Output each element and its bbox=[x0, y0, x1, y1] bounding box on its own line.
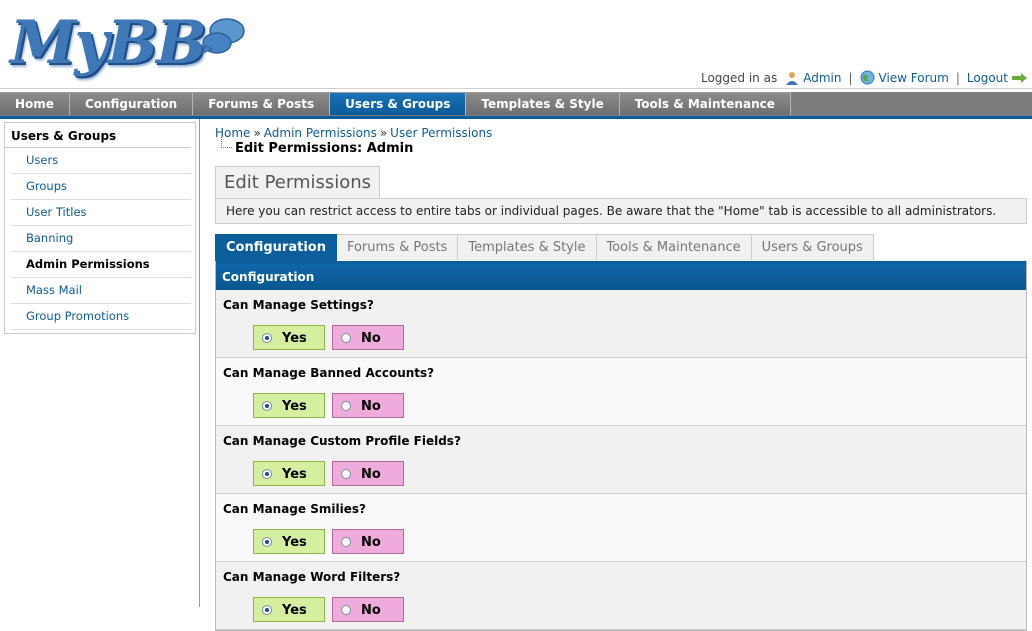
logged-in-label: Logged in as bbox=[700, 70, 778, 85]
permission-question: Can Manage Custom Profile Fields? bbox=[223, 434, 461, 448]
permission-tabs: Configuration Forums & Posts Templates &… bbox=[215, 234, 874, 261]
breadcrumb-user-permissions[interactable]: User Permissions bbox=[390, 126, 492, 140]
no-option[interactable]: No bbox=[332, 529, 404, 554]
no-option[interactable]: No bbox=[332, 325, 404, 350]
no-option[interactable]: No bbox=[332, 393, 404, 418]
tab-forums-posts[interactable]: Forums & Posts bbox=[336, 234, 459, 260]
mybb-logo[interactable]: MyBB bbox=[8, 8, 248, 80]
yes-label: Yes bbox=[282, 603, 307, 618]
yes-option[interactable]: Yes bbox=[253, 597, 325, 622]
user-icon bbox=[786, 71, 799, 85]
separator: | bbox=[848, 70, 853, 85]
tab-users-groups[interactable]: Users & Groups bbox=[751, 234, 874, 260]
radio-checked-icon[interactable] bbox=[262, 401, 272, 411]
radio-checked-icon[interactable] bbox=[262, 333, 272, 343]
yes-option[interactable]: Yes bbox=[253, 325, 325, 350]
yes-label: Yes bbox=[282, 331, 307, 346]
permission-question: Can Manage Settings? bbox=[223, 298, 374, 312]
menu-tab-configuration[interactable]: Configuration bbox=[69, 92, 194, 115]
logout-link[interactable]: Logout bbox=[967, 71, 1008, 85]
table-row: Can Manage Banned Accounts? Yes No bbox=[216, 358, 1026, 426]
breadcrumb-separator: » bbox=[253, 126, 261, 140]
separator: | bbox=[955, 70, 960, 85]
tab-tools-maintenance[interactable]: Tools & Maintenance bbox=[596, 234, 752, 260]
no-label: No bbox=[361, 603, 381, 618]
yes-label: Yes bbox=[282, 535, 307, 550]
table-header: Configuration bbox=[216, 261, 1026, 290]
header-divider bbox=[0, 88, 1032, 89]
radio-unchecked-icon[interactable] bbox=[341, 537, 351, 547]
tab-templates-style[interactable]: Templates & Style bbox=[458, 234, 597, 260]
radio-checked-icon[interactable] bbox=[262, 469, 272, 479]
speech-bubble-icon bbox=[200, 18, 245, 56]
user-links: Logged in as Admin | View Forum | Logout bbox=[701, 70, 1028, 85]
header: MyBB Logged in as Admin | View Forum | L… bbox=[0, 0, 1032, 92]
permission-question: Can Manage Banned Accounts? bbox=[223, 366, 435, 380]
sidebar: Users & Groups Users Groups User Titles … bbox=[4, 122, 196, 334]
menu-tab-templates-style[interactable]: Templates & Style bbox=[466, 92, 620, 115]
yes-option[interactable]: Yes bbox=[253, 529, 325, 554]
sidebar-divider bbox=[199, 119, 200, 607]
yes-label: Yes bbox=[282, 467, 307, 482]
main-content: Home» Admin Permissions» User Permissions … bbox=[215, 126, 1027, 631]
no-option[interactable]: No bbox=[332, 597, 404, 622]
radio-checked-icon[interactable] bbox=[262, 537, 272, 547]
no-label: No bbox=[361, 467, 381, 482]
sidebar-title: Users & Groups bbox=[5, 123, 191, 148]
yes-label: Yes bbox=[282, 399, 307, 414]
sidebar-item-groups[interactable]: Groups bbox=[11, 174, 191, 200]
menu-tab-tools-maintenance[interactable]: Tools & Maintenance bbox=[619, 92, 791, 115]
radio-unchecked-icon[interactable] bbox=[341, 469, 351, 479]
sidebar-item-users[interactable]: Users bbox=[11, 148, 191, 174]
sidebar-item-admin-permissions[interactable]: Admin Permissions bbox=[11, 252, 191, 278]
globe-icon bbox=[860, 70, 875, 85]
table-row: Can Manage Custom Profile Fields? Yes No bbox=[216, 426, 1026, 494]
sidebar-item-user-titles[interactable]: User Titles bbox=[11, 200, 191, 226]
yes-option[interactable]: Yes bbox=[253, 461, 325, 486]
no-label: No bbox=[361, 535, 381, 550]
breadcrumb-separator: » bbox=[379, 126, 388, 140]
current-page-subtitle: Edit Permissions: Admin bbox=[221, 137, 1027, 156]
no-label: No bbox=[361, 331, 381, 346]
view-forum-link[interactable]: View Forum bbox=[879, 71, 949, 85]
radio-unchecked-icon[interactable] bbox=[341, 333, 351, 343]
admin-user-link[interactable]: Admin bbox=[803, 71, 841, 85]
sidebar-item-mass-mail[interactable]: Mass Mail bbox=[11, 278, 191, 304]
table-row: Can Manage Settings? Yes No bbox=[216, 290, 1026, 358]
table-row: Can Manage Smilies? Yes No bbox=[216, 494, 1026, 562]
breadcrumb-admin-permissions[interactable]: Admin Permissions bbox=[264, 126, 377, 140]
menu-tab-users-groups[interactable]: Users & Groups bbox=[330, 92, 467, 115]
logo-text: MyBB bbox=[10, 8, 207, 78]
no-option[interactable]: No bbox=[332, 461, 404, 486]
sidebar-list: Users Groups User Titles Banning Admin P… bbox=[5, 148, 195, 330]
radio-unchecked-icon[interactable] bbox=[341, 401, 351, 411]
permissions-table: Configuration Can Manage Settings? Yes N… bbox=[215, 261, 1027, 631]
yes-option[interactable]: Yes bbox=[253, 393, 325, 418]
menu-tab-forums-posts[interactable]: Forums & Posts bbox=[193, 92, 331, 115]
main-menu: Home Configuration Forums & Posts Users … bbox=[0, 92, 1032, 119]
page-title: Edit Permissions bbox=[215, 166, 381, 199]
arrow-right-icon bbox=[1012, 72, 1027, 83]
table-row: Can Manage Word Filters? Yes No bbox=[216, 562, 1026, 630]
menu-tab-home[interactable]: Home bbox=[0, 92, 70, 115]
sidebar-item-group-promotions[interactable]: Group Promotions bbox=[11, 304, 191, 330]
tab-configuration[interactable]: Configuration bbox=[215, 234, 337, 261]
permission-question: Can Manage Word Filters? bbox=[223, 570, 401, 584]
breadcrumb: Home» Admin Permissions» User Permissions bbox=[215, 126, 1027, 140]
sidebar-item-banning[interactable]: Banning bbox=[11, 226, 191, 252]
page-description: Here you can restrict access to entire t… bbox=[215, 198, 1027, 224]
table-body: Can Manage Settings? Yes No Can Manage B… bbox=[216, 290, 1026, 630]
no-label: No bbox=[361, 399, 381, 414]
permission-question: Can Manage Smilies? bbox=[223, 502, 366, 516]
